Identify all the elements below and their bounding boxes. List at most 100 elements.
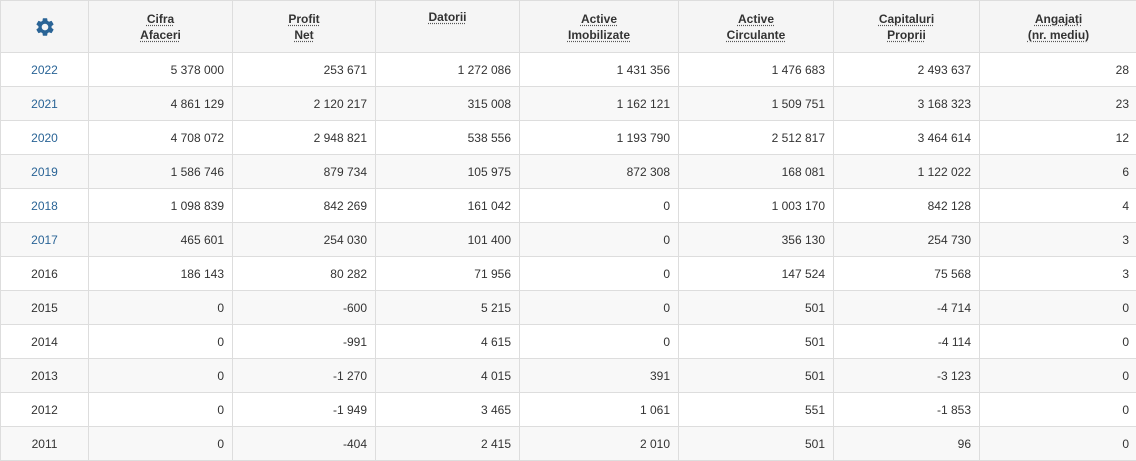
cell-active-circulante: 1 476 683: [678, 52, 834, 87]
cell-cifra-afaceri: 465 601: [88, 222, 233, 257]
header-datorii[interactable]: Datorii: [375, 0, 520, 53]
year-link[interactable]: 2018: [31, 199, 58, 213]
cell-profit-net: -991: [232, 324, 376, 359]
cell-cifra-afaceri: 4 861 129: [88, 86, 233, 121]
cell-cifra-afaceri: 1 098 839: [88, 188, 233, 223]
cell-angajati: 0: [979, 324, 1136, 359]
header-angajati[interactable]: Angajați (nr. mediu): [979, 0, 1136, 53]
cell-datorii: 3 465: [375, 392, 520, 427]
table-row: 2017 465 601 254 030 101 400 0 356 130 254 730…: [0, 222, 1136, 257]
year-label: 2011: [31, 436, 58, 451]
header-profit-net[interactable]: Profit Net: [232, 0, 376, 53]
gear-icon[interactable]: [34, 16, 56, 38]
cell-angajati: 3: [979, 256, 1136, 291]
cell-angajati: 0: [979, 392, 1136, 427]
cell-capitaluri-proprii: 2 493 637: [833, 52, 980, 87]
header-active-imobilizate[interactable]: Active Imobilizate: [519, 0, 679, 53]
settings-header-cell: [0, 0, 89, 53]
financial-data-table: Cifra Afaceri Profit Net Datorii Active Imo…: [0, 0, 1136, 461]
header-cifra-afaceri[interactable]: Cifra Afaceri: [88, 0, 233, 53]
header-active-circulante[interactable]: Active Circulante: [678, 0, 834, 53]
cell-capitaluri-proprii: 3 464 614: [833, 120, 980, 155]
cell-active-imobilizate: 1 162 121: [519, 86, 679, 121]
year-link[interactable]: 2020: [31, 131, 58, 145]
cell-datorii: 1 272 086: [375, 52, 520, 87]
header-label: Active Circulante: [726, 11, 786, 42]
header-label: Capitaluri Proprii: [878, 11, 935, 42]
header-capitaluri-proprii[interactable]: Capitaluri Proprii: [833, 0, 980, 53]
cell-profit-net: 80 282: [232, 256, 376, 291]
cell-profit-net: 842 269: [232, 188, 376, 223]
cell-angajati: 12: [979, 120, 1136, 155]
year-link[interactable]: 2019: [31, 165, 58, 179]
cell-active-circulante: 501: [678, 290, 834, 325]
header-label: Active Imobilizate: [567, 11, 630, 42]
cell-active-imobilizate: 391: [519, 358, 679, 393]
cell-angajati: 0: [979, 290, 1136, 325]
table-row: 2022 5 378 000 253 671 1 272 086 1 431 356 1 …: [0, 52, 1136, 87]
cell-profit-net: 2 120 217: [232, 86, 376, 121]
table-row: 2011 0 -404 2 415 2 010 501 96 0: [0, 426, 1136, 461]
table-row: 2019 1 586 746 879 734 105 975 872 308 168 08…: [0, 154, 1136, 189]
cell-cifra-afaceri: 0: [88, 358, 233, 393]
year-cell: 2017: [0, 222, 89, 257]
cell-datorii: 2 415: [375, 426, 520, 461]
cell-cifra-afaceri: 4 708 072: [88, 120, 233, 155]
cell-active-circulante: 168 081: [678, 154, 834, 189]
cell-datorii: 105 975: [375, 154, 520, 189]
year-cell: 2018: [0, 188, 89, 223]
cell-angajati: 28: [979, 52, 1136, 87]
cell-cifra-afaceri: 0: [88, 324, 233, 359]
cell-profit-net: 879 734: [232, 154, 376, 189]
table-body: 2022 5 378 000 253 671 1 272 086 1 431 356 1 …: [0, 52, 1136, 461]
cell-angajati: 0: [979, 358, 1136, 393]
cell-cifra-afaceri: 0: [88, 290, 233, 325]
table-row: 2016 186 143 80 282 71 956 0 147 524 75 568 3: [0, 256, 1136, 291]
cell-datorii: 4 015: [375, 358, 520, 393]
cell-capitaluri-proprii: 254 730: [833, 222, 980, 257]
cell-profit-net: 254 030: [232, 222, 376, 257]
header-label: Profit Net: [288, 11, 320, 42]
cell-active-imobilizate: 0: [519, 188, 679, 223]
cell-profit-net: 253 671: [232, 52, 376, 87]
cell-active-imobilizate: 1 431 356: [519, 52, 679, 87]
table-row: 2021 4 861 129 2 120 217 315 008 1 162 121 1 …: [0, 86, 1136, 121]
cell-active-circulante: 551: [678, 392, 834, 427]
cell-active-circulante: 501: [678, 324, 834, 359]
cell-profit-net: -1 270: [232, 358, 376, 393]
cell-active-circulante: 1 509 751: [678, 86, 834, 121]
cell-cifra-afaceri: 5 378 000: [88, 52, 233, 87]
year-cell: 2019: [0, 154, 89, 189]
cell-active-circulante: 501: [678, 358, 834, 393]
cell-datorii: 315 008: [375, 86, 520, 121]
year-label: 2015: [31, 300, 58, 315]
cell-cifra-afaceri: 1 586 746: [88, 154, 233, 189]
cell-cifra-afaceri: 0: [88, 426, 233, 461]
cell-angajati: 6: [979, 154, 1136, 189]
year-link[interactable]: 2022: [31, 63, 58, 77]
table-row: 2013 0 -1 270 4 015 391 501 -3 123 0: [0, 358, 1136, 393]
cell-active-imobilizate: 872 308: [519, 154, 679, 189]
year-link[interactable]: 2021: [31, 97, 58, 111]
year-label: 2012: [31, 402, 58, 417]
year-link[interactable]: 2017: [31, 233, 58, 247]
cell-active-circulante: 501: [678, 426, 834, 461]
cell-active-imobilizate: 0: [519, 222, 679, 257]
header-label: Datorii: [428, 10, 467, 24]
year-label: 2013: [31, 368, 58, 383]
table-header-row: Cifra Afaceri Profit Net Datorii Active Imo…: [0, 0, 1136, 53]
cell-capitaluri-proprii: -3 123: [833, 358, 980, 393]
cell-active-imobilizate: 0: [519, 290, 679, 325]
cell-active-imobilizate: 1 061: [519, 392, 679, 427]
year-cell: 2015: [0, 290, 89, 325]
year-cell: 2014: [0, 324, 89, 359]
cell-capitaluri-proprii: 75 568: [833, 256, 980, 291]
table-row: 2020 4 708 072 2 948 821 538 556 1 193 790 2 …: [0, 120, 1136, 155]
cell-angajati: 3: [979, 222, 1136, 257]
cell-capitaluri-proprii: 3 168 323: [833, 86, 980, 121]
cell-datorii: 538 556: [375, 120, 520, 155]
cell-active-imobilizate: 2 010: [519, 426, 679, 461]
year-cell: 2016: [0, 256, 89, 291]
year-label: 2014: [31, 334, 58, 349]
year-cell: 2021: [0, 86, 89, 121]
